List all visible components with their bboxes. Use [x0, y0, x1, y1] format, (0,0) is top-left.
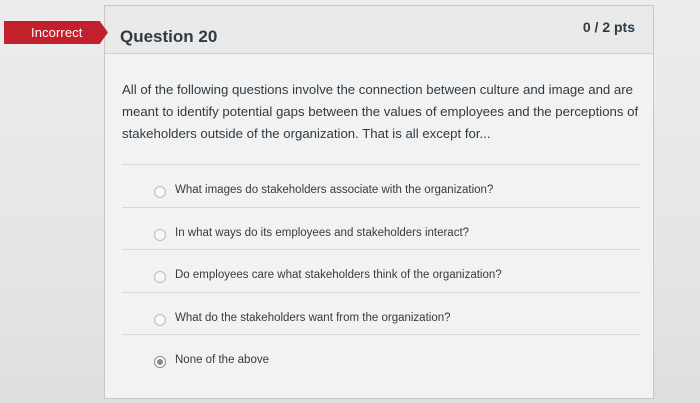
answer-label: None of the above	[175, 354, 269, 366]
question-text: All of the following questions involve t…	[122, 82, 639, 141]
answer-option[interactable]: None of the above	[122, 334, 640, 377]
radio-button-icon[interactable]	[154, 186, 166, 198]
question-points: 0 / 2 pts	[582, 19, 635, 35]
answer-option[interactable]: In what ways do its employees and stakeh…	[122, 206, 640, 250]
answer-label: Do employees care what stakeholders thin…	[175, 269, 502, 281]
answer-option[interactable]: What images do stakeholders associate wi…	[122, 164, 640, 207]
radio-button-icon[interactable]	[154, 313, 166, 326]
question-header: Question 20 0 / 2 pts	[105, 6, 653, 54]
answer-list: What images do stakeholders associate wi…	[122, 164, 640, 377]
answer-label: In what ways do its employees and stakeh…	[175, 226, 470, 239]
answer-label: What images do stakeholders associate wi…	[175, 184, 494, 196]
radio-button-selected-icon[interactable]	[154, 356, 166, 368]
incorrect-badge: Incorrect	[4, 21, 108, 44]
radio-button-icon[interactable]	[154, 228, 166, 241]
answer-option[interactable]: Do employees care what stakeholders thin…	[122, 249, 640, 292]
radio-button-icon[interactable]	[154, 271, 166, 283]
quiz-screen: Question 20 0 / 2 pts All of the followi…	[0, 0, 700, 403]
answer-label: What do the stakeholders want from the o…	[175, 311, 451, 324]
question-title: Question 20	[120, 27, 218, 46]
answer-option[interactable]: What do the stakeholders want from the o…	[122, 291, 640, 335]
question-card: Question 20 0 / 2 pts All of the followi…	[104, 5, 654, 399]
